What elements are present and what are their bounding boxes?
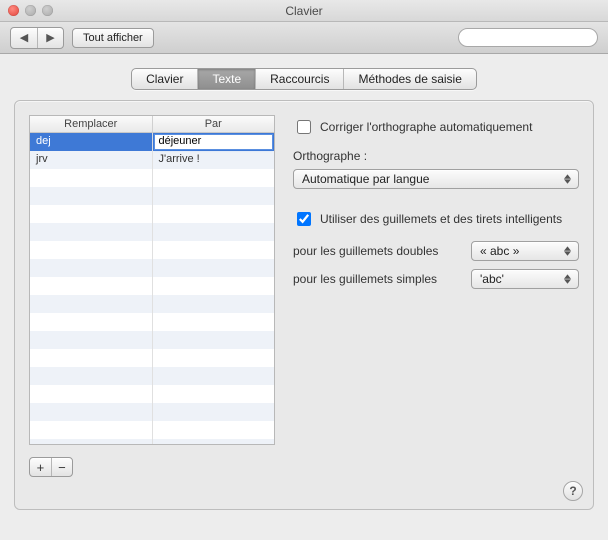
table-row-empty[interactable] xyxy=(30,259,274,277)
nav-segmented-control: ◀ ▶ xyxy=(10,27,64,49)
table-row[interactable]: jrv J'arrive ! xyxy=(30,151,274,169)
smart-quotes-checkbox[interactable] xyxy=(297,212,311,226)
tab-raccourcis[interactable]: Raccourcis xyxy=(255,69,343,89)
col-header-with[interactable]: Par xyxy=(153,116,275,132)
table-row[interactable]: dej déjeuner xyxy=(30,133,274,151)
spelling-heading: Orthographe : xyxy=(293,149,579,163)
spelling-popup[interactable]: Automatique par langue xyxy=(293,169,579,189)
substitutions-table[interactable]: Remplacer Par dej déjeuner jrv J'arrive … xyxy=(29,115,275,445)
table-header: Remplacer Par xyxy=(30,116,274,133)
table-row-empty[interactable] xyxy=(30,367,274,385)
table-row-empty[interactable] xyxy=(30,313,274,331)
table-row-empty[interactable] xyxy=(30,295,274,313)
double-quotes-value: « abc » xyxy=(480,244,519,258)
correct-spelling-checkbox[interactable] xyxy=(297,120,311,134)
popup-arrows-icon xyxy=(560,174,574,184)
search-field[interactable] xyxy=(458,28,598,47)
window-title: Clavier xyxy=(0,4,608,18)
toolbar: ◀ ▶ Tout afficher xyxy=(0,22,608,54)
double-quotes-label: pour les guillemets doubles xyxy=(293,244,463,258)
remove-button[interactable]: − xyxy=(51,458,72,476)
add-button[interactable]: + xyxy=(30,458,51,476)
cell-replace[interactable]: jrv xyxy=(30,151,153,169)
help-button[interactable]: ? xyxy=(563,481,583,501)
opt-correct-spelling: Corriger l'orthographe automatiquement xyxy=(293,117,579,137)
substitutions-panel: Remplacer Par dej déjeuner jrv J'arrive … xyxy=(29,115,275,495)
cell-replace[interactable]: dej xyxy=(30,133,153,151)
row-double-quotes: pour les guillemets doubles « abc » xyxy=(293,241,579,261)
content-frame: Remplacer Par dej déjeuner jrv J'arrive … xyxy=(14,100,594,510)
options-panel: Corriger l'orthographe automatiquement O… xyxy=(293,115,579,495)
table-row-empty[interactable] xyxy=(30,439,274,444)
table-body: dej déjeuner jrv J'arrive ! xyxy=(30,133,274,444)
tabbar: Clavier Texte Raccourcis Méthodes de sai… xyxy=(14,68,594,90)
single-quotes-label: pour les guillemets simples xyxy=(293,272,463,286)
col-header-replace[interactable]: Remplacer xyxy=(30,116,153,132)
table-row-empty[interactable] xyxy=(30,349,274,367)
single-quotes-popup[interactable]: 'abc' xyxy=(471,269,579,289)
popup-arrows-icon xyxy=(560,246,574,256)
cell-with-editing[interactable]: déjeuner xyxy=(154,134,274,150)
forward-button[interactable]: ▶ xyxy=(37,28,63,48)
table-row-empty[interactable] xyxy=(30,277,274,295)
tab-group: Clavier Texte Raccourcis Méthodes de sai… xyxy=(131,68,477,90)
table-row-empty[interactable] xyxy=(30,223,274,241)
titlebar: Clavier xyxy=(0,0,608,22)
tab-clavier[interactable]: Clavier xyxy=(132,69,197,89)
opt-smart-quotes: Utiliser des guillemets et des tirets in… xyxy=(293,209,579,229)
table-row-empty[interactable] xyxy=(30,403,274,421)
table-row-empty[interactable] xyxy=(30,169,274,187)
table-row-empty[interactable] xyxy=(30,205,274,223)
table-row-empty[interactable] xyxy=(30,187,274,205)
smart-quotes-label: Utiliser des guillemets et des tirets in… xyxy=(320,212,562,226)
tab-texte[interactable]: Texte xyxy=(197,69,255,89)
search-input[interactable] xyxy=(465,31,608,45)
popup-arrows-icon xyxy=(560,274,574,284)
table-row-empty[interactable] xyxy=(30,385,274,403)
show-all-button[interactable]: Tout afficher xyxy=(72,28,154,48)
table-row-empty[interactable] xyxy=(30,421,274,439)
row-single-quotes: pour les guillemets simples 'abc' xyxy=(293,269,579,289)
correct-spelling-label: Corriger l'orthographe automatiquement xyxy=(320,120,532,134)
tab-methodes-saisie[interactable]: Méthodes de saisie xyxy=(343,69,475,89)
back-button[interactable]: ◀ xyxy=(11,28,37,48)
table-row-empty[interactable] xyxy=(30,331,274,349)
spelling-popup-value: Automatique par langue xyxy=(302,172,429,186)
cell-with[interactable]: J'arrive ! xyxy=(153,151,275,169)
table-row-empty[interactable] xyxy=(30,241,274,259)
add-remove-control: + − xyxy=(29,457,73,477)
double-quotes-popup[interactable]: « abc » xyxy=(471,241,579,261)
single-quotes-value: 'abc' xyxy=(480,272,504,286)
